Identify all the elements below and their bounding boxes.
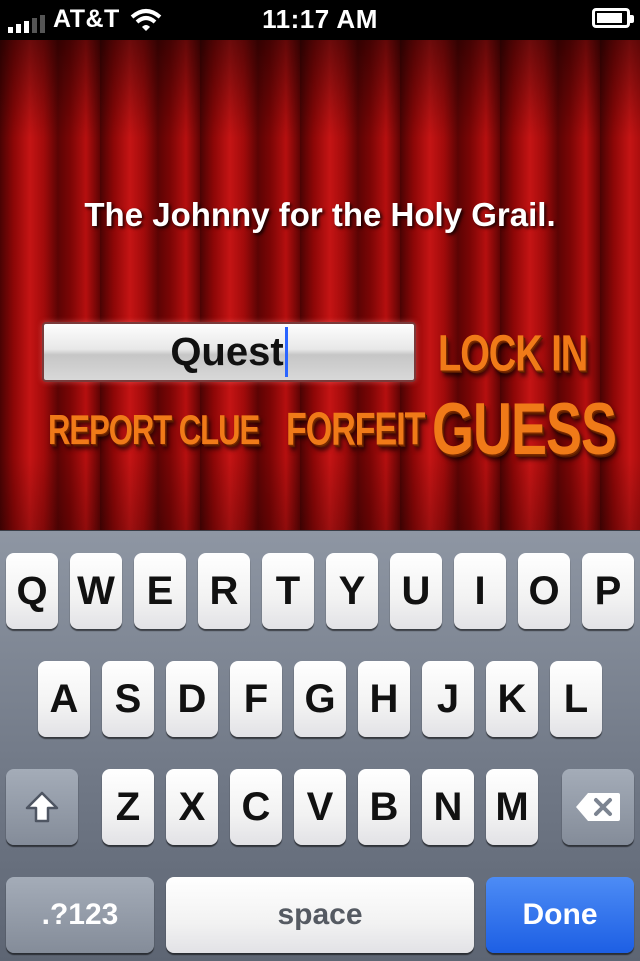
guess-button[interactable]: GUESS — [432, 388, 617, 472]
status-time: 11:17 AM — [262, 4, 378, 34]
key-u[interactable]: U — [390, 553, 442, 629]
forfeit-button[interactable]: FORFEIT — [286, 404, 425, 457]
key-m[interactable]: M — [486, 769, 538, 845]
space-key[interactable]: space — [166, 877, 474, 953]
key-o[interactable]: O — [518, 553, 570, 629]
key-r[interactable]: R — [198, 553, 250, 629]
key-p[interactable]: P — [582, 553, 634, 629]
key-k[interactable]: K — [486, 661, 538, 737]
backspace-icon — [576, 793, 620, 821]
key-x[interactable]: X — [166, 769, 218, 845]
key-s[interactable]: S — [102, 661, 154, 737]
key-i[interactable]: I — [454, 553, 506, 629]
guess-input[interactable]: Quest — [42, 322, 416, 382]
lock-in-button[interactable]: LOCK IN — [438, 326, 588, 384]
key-e[interactable]: E — [134, 553, 186, 629]
key-d[interactable]: D — [166, 661, 218, 737]
key-f[interactable]: F — [230, 661, 282, 737]
key-b[interactable]: B — [358, 769, 410, 845]
key-g[interactable]: G — [294, 661, 346, 737]
done-key[interactable]: Done — [486, 877, 634, 953]
key-j[interactable]: J — [422, 661, 474, 737]
key-n[interactable]: N — [422, 769, 474, 845]
guess-input-value: Quest — [170, 329, 284, 374]
shift-key[interactable] — [6, 769, 78, 845]
shift-arrow-icon — [25, 791, 59, 823]
key-a[interactable]: A — [38, 661, 90, 737]
key-h[interactable]: H — [358, 661, 410, 737]
clue-text: The Johnny for the Holy Grail. — [84, 196, 556, 233]
numbers-key[interactable]: .?123 — [6, 877, 154, 953]
battery-icon — [592, 8, 634, 28]
report-clue-button[interactable]: REPORT CLUE — [48, 406, 260, 455]
key-w[interactable]: W — [70, 553, 122, 629]
keyboard: Q W E R T Y U I O P A S D F G H J K L Z … — [0, 530, 640, 961]
text-caret — [284, 327, 288, 377]
battery-fill — [597, 13, 622, 23]
key-l[interactable]: L — [550, 661, 602, 737]
key-y[interactable]: Y — [326, 553, 378, 629]
key-c[interactable]: C — [230, 769, 282, 845]
key-v[interactable]: V — [294, 769, 346, 845]
key-q[interactable]: Q — [6, 553, 58, 629]
backspace-key[interactable] — [562, 769, 634, 845]
status-bar: AT&T 11:17 AM — [0, 0, 640, 40]
key-t[interactable]: T — [262, 553, 314, 629]
key-z[interactable]: Z — [102, 769, 154, 845]
